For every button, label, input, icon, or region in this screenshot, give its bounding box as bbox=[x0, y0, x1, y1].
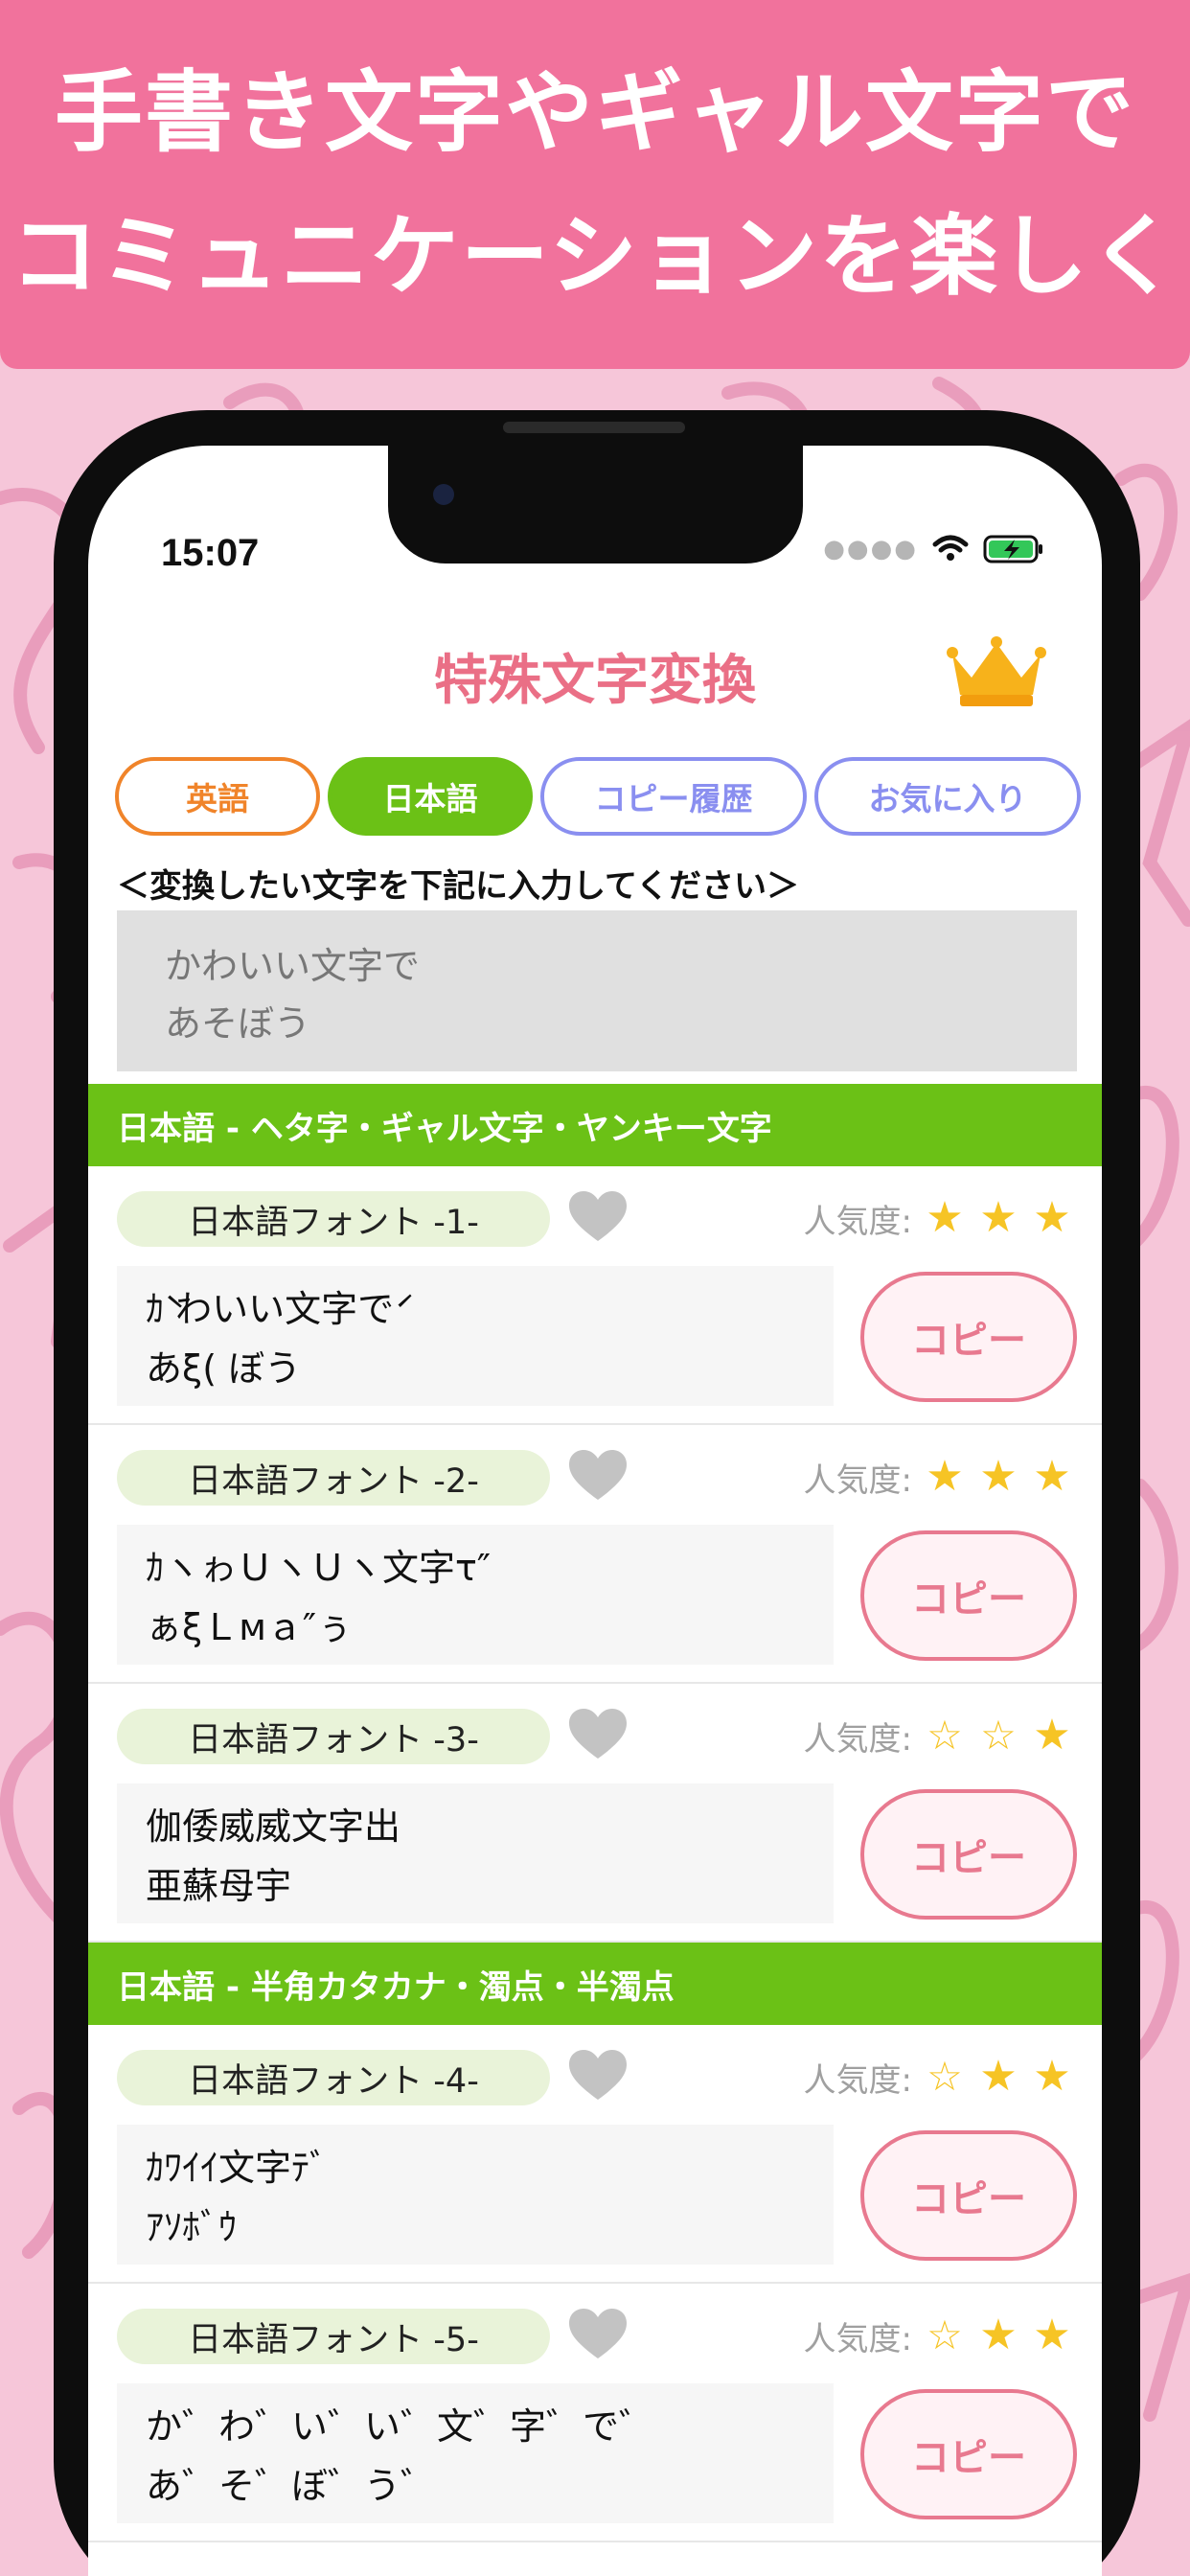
front-camera bbox=[433, 484, 454, 505]
font-name: 日本語フォント -1- bbox=[117, 1191, 550, 1247]
heart-icon[interactable] bbox=[567, 1707, 629, 1760]
tab-english[interactable]: 英語 bbox=[115, 757, 320, 836]
converted-text: か゛わ゛い゛い゛文゛字゛で゛ あ゛そ゛ぼ゛う゛ bbox=[117, 2383, 834, 2523]
banner-headline-1: 手書き文字やギャル文字で bbox=[54, 60, 1135, 164]
star-outline-icon: ☆ bbox=[927, 2312, 963, 2358]
copy-button[interactable]: コピー bbox=[860, 1789, 1077, 1920]
popularity-label: 人気度: bbox=[803, 2060, 912, 2100]
popularity-rating: 人気度: ☆ ★ ★ bbox=[804, 2309, 1079, 2362]
converted-text: ｶﾜｲｲ文字ﾃﾞ ｱｿﾎﾞｳ bbox=[117, 2125, 834, 2265]
star-icon: ★ bbox=[979, 2311, 1018, 2359]
font-card: 日本語フォント -2- 人気度: ★ ★ ★ ｶヽゎＵヽＵヽ文字τ″ ぁξＬмａ″ぅ… bbox=[88, 1425, 1102, 1684]
crown-icon[interactable] bbox=[947, 635, 1046, 708]
popularity-rating: 人気度: ★ ★ ★ bbox=[804, 1191, 1079, 1245]
popularity-rating: 人気度: ☆ ☆ ★ bbox=[804, 1709, 1079, 1762]
tab-copy-history[interactable]: コピー履歴 bbox=[540, 757, 807, 836]
font-name: 日本語フォント -2- bbox=[117, 1450, 550, 1506]
language-tabs: 英語 日本語 コピー履歴 お気に入り bbox=[115, 757, 1081, 836]
star-icon: ★ bbox=[1033, 2052, 1071, 2101]
status-time: 15:07 bbox=[161, 532, 260, 574]
font-card: 日本語フォント -1- 人気度: ★ ★ ★ ｶ̀ わいい文字で́ あξ( ぼう コ… bbox=[88, 1166, 1102, 1425]
font-name: 日本語フォント -4- bbox=[117, 2050, 550, 2105]
font-card: 日本語フォント -5- 人気度: ☆ ★ ★ か゛わ゛い゛い゛文゛字゛で゛ あ゛そ゛… bbox=[88, 2284, 1102, 2542]
star-icon: ★ bbox=[979, 1193, 1018, 1242]
wifi-icon bbox=[932, 535, 969, 561]
text-input[interactable]: かわいい文字で あそぼう bbox=[117, 910, 1077, 1071]
converted-text: ｶ̀ わいい文字で́ あξ( ぼう bbox=[117, 1266, 834, 1406]
star-icon: ★ bbox=[926, 1193, 964, 1242]
popularity-rating: 人気度: ☆ ★ ★ bbox=[804, 2050, 1079, 2104]
popularity-label: 人気度: bbox=[803, 2319, 912, 2358]
star-icon: ★ bbox=[1033, 1711, 1071, 1760]
popularity-label: 人気度: bbox=[803, 1460, 912, 1500]
star-outline-icon: ☆ bbox=[927, 2053, 963, 2100]
speaker-grille bbox=[503, 422, 685, 433]
battery-charging-icon bbox=[983, 535, 1042, 564]
banner-headline-2: コミュニケーションを楽しく bbox=[10, 204, 1180, 308]
converted-text: ｶヽゎＵヽＵヽ文字τ″ ぁξＬмａ″ぅ bbox=[117, 1525, 834, 1665]
app-screen: 15:07 ●●●● 特殊文字変換 英語 日本語 コピー履歴 お気に入り ＜変換… bbox=[88, 446, 1102, 2576]
star-icon: ★ bbox=[926, 1452, 964, 1501]
star-icon: ★ bbox=[1033, 1193, 1071, 1242]
star-outline-icon: ☆ bbox=[927, 1712, 963, 1759]
signal-icon: ●●●● bbox=[823, 535, 918, 564]
font-name: 日本語フォント -5- bbox=[117, 2309, 550, 2364]
copy-button[interactable]: コピー bbox=[860, 1272, 1077, 1402]
promo-banner: 手書き文字やギャル文字で コミュニケーションを楽しく bbox=[0, 0, 1190, 369]
popularity-rating: 人気度: ★ ★ ★ bbox=[804, 1450, 1079, 1504]
star-icon: ★ bbox=[1033, 1452, 1071, 1501]
font-card: 日本語フォント -3- 人気度: ☆ ☆ ★ 伽倭威威文字出 亜蘇母宇 コピー bbox=[88, 1684, 1102, 1943]
star-icon: ★ bbox=[979, 2052, 1018, 2101]
section-header: 日本語 - ヘタ字・ギャル文字・ヤンキー文字 bbox=[88, 1084, 1102, 1166]
star-outline-icon: ☆ bbox=[980, 1712, 1017, 1759]
copy-button[interactable]: コピー bbox=[860, 1530, 1077, 1661]
status-icons: ●●●● bbox=[823, 534, 1044, 564]
copy-button[interactable]: コピー bbox=[860, 2130, 1077, 2261]
heart-icon[interactable] bbox=[567, 2048, 629, 2102]
star-icon: ★ bbox=[979, 1452, 1018, 1501]
converted-text: 伽倭威威文字出 亜蘇母宇 bbox=[117, 1783, 834, 1923]
font-card: 日本語フォント -4- 人気度: ☆ ★ ★ ｶﾜｲｲ文字ﾃﾞ ｱｿﾎﾞｳ コピー bbox=[88, 2025, 1102, 2284]
tab-favorites[interactable]: お気に入り bbox=[814, 757, 1081, 836]
heart-icon[interactable] bbox=[567, 2307, 629, 2360]
font-name: 日本語フォント -3- bbox=[117, 1709, 550, 1764]
popularity-label: 人気度: bbox=[803, 1202, 912, 1241]
copy-button[interactable]: コピー bbox=[860, 2389, 1077, 2519]
star-icon: ★ bbox=[1033, 2311, 1071, 2359]
popularity-label: 人気度: bbox=[803, 1719, 912, 1759]
input-prompt: ＜変換したい文字を下記に入力してください＞ bbox=[117, 867, 799, 906]
tab-japanese[interactable]: 日本語 bbox=[328, 757, 533, 836]
heart-icon[interactable] bbox=[567, 1189, 629, 1243]
heart-icon[interactable] bbox=[567, 1448, 629, 1502]
section-header: 日本語 - 半角カタカナ・濁点・半濁点 bbox=[88, 1943, 1102, 2025]
